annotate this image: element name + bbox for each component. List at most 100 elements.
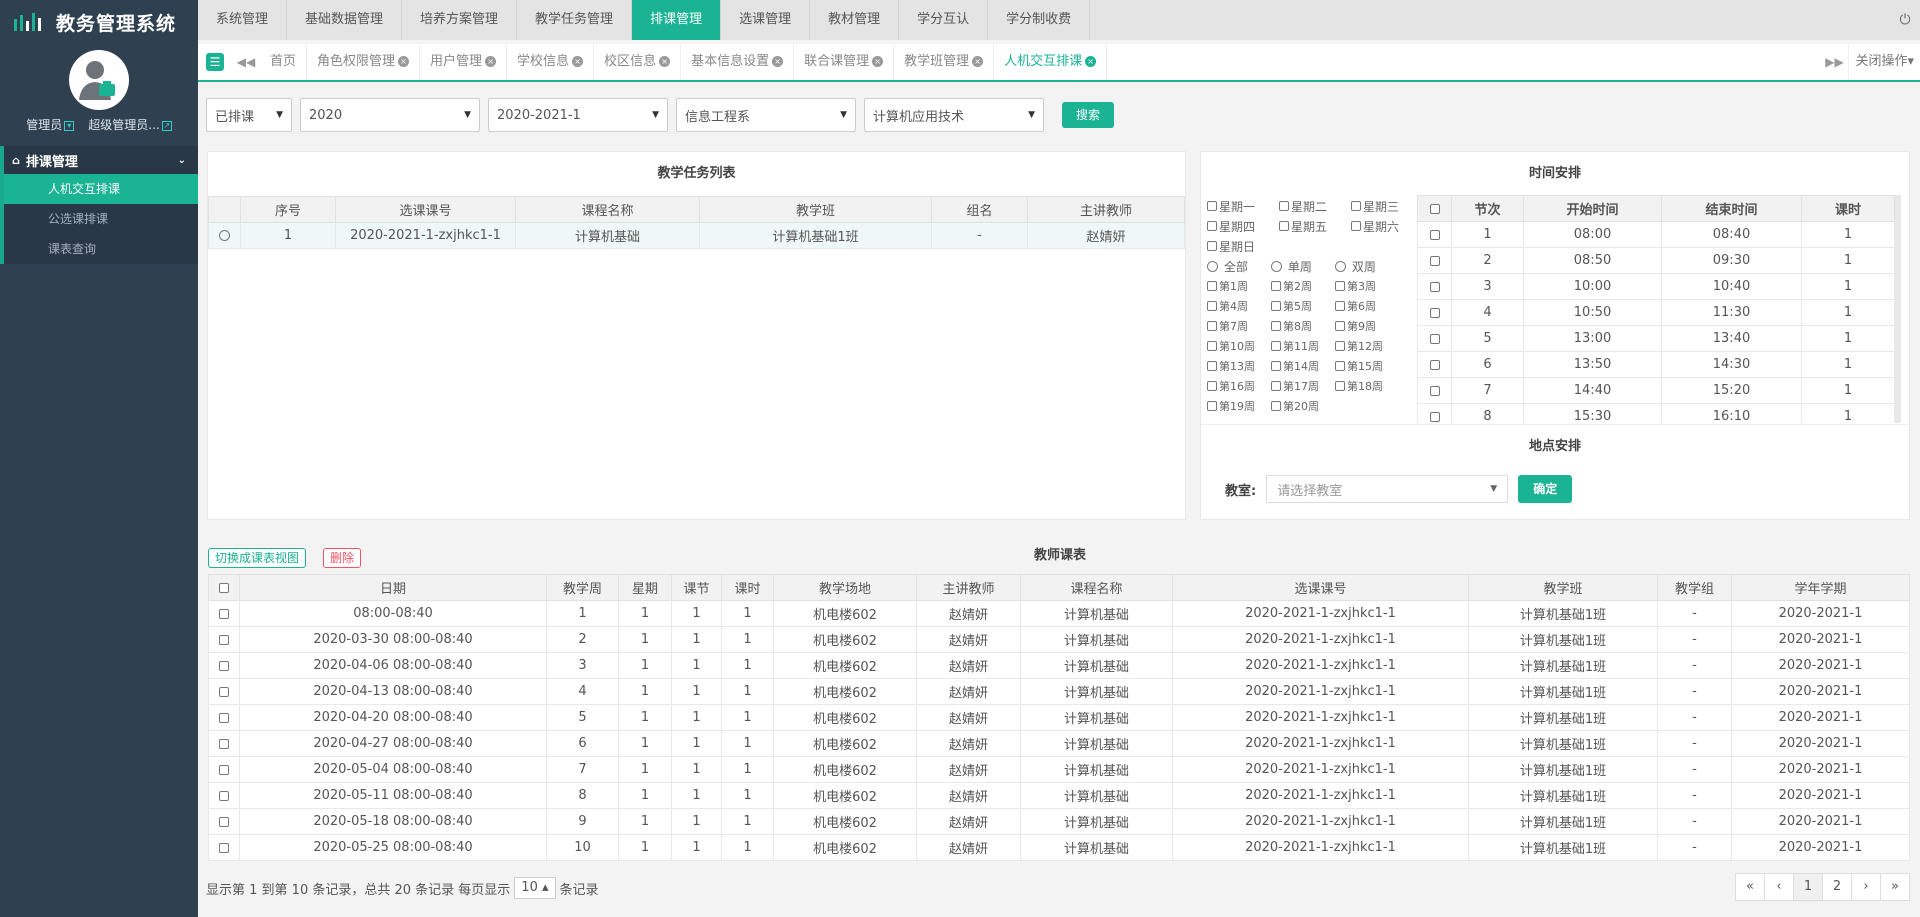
row-checkbox[interactable]: [219, 634, 229, 645]
delete-button[interactable]: 删除: [323, 548, 362, 568]
weekday-checkbox[interactable]: 星期六: [1351, 218, 1399, 235]
close-icon[interactable]: ×: [485, 56, 497, 67]
sidebar-item-timetable-query[interactable]: 课表查询: [0, 234, 198, 264]
topnav-scheduling[interactable]: 排课管理: [632, 0, 722, 40]
week-checkbox[interactable]: 第19周: [1207, 398, 1271, 414]
major-select[interactable]: 计算机应用技术 ▼: [864, 98, 1044, 132]
row-checkbox[interactable]: [219, 816, 229, 827]
table-row[interactable]: 8 15:30 16:10 1: [1417, 403, 1895, 423]
tab-role-permission[interactable]: 角色权限管理 ×: [307, 44, 421, 80]
topnav-textbook[interactable]: 教材管理: [810, 0, 900, 40]
term-select[interactable]: 2020-2021-1 ▼: [488, 98, 668, 132]
confirm-button[interactable]: 确定: [1518, 475, 1573, 503]
topnav-basic-data[interactable]: 基础数据管理: [287, 0, 403, 40]
period-table-scroll[interactable]: 节次 开始时间 结束时间 课时 1 08:00 08:40 1 2 08:50 09:30…: [1417, 195, 1901, 423]
row-checkbox[interactable]: [219, 842, 229, 853]
table-row[interactable]: 08:00-08:40 1 1 1 1 机电楼602 赵婧妍 计算机基础 2020-2021-1…: [208, 600, 1910, 627]
topnav-credit-fee[interactable]: 学分制收费: [988, 0, 1091, 40]
sidebar-item-elective-scheduling[interactable]: 公选课排课: [0, 204, 198, 234]
week-checkbox[interactable]: 第11周: [1271, 338, 1335, 354]
table-row[interactable]: 2020-03-30 08:00-08:40 2 1 1 1 机电楼602 赵婧妍 计算机基础…: [208, 626, 1910, 653]
table-row[interactable]: 2020-05-04 08:00-08:40 7 1 1 1 机电楼602 赵婧妍 计算机基础…: [208, 756, 1910, 783]
page-2-button[interactable]: 2: [1822, 873, 1852, 901]
row-checkbox[interactable]: [219, 764, 229, 775]
table-row[interactable]: 7 14:40 15:20 1: [1417, 377, 1895, 404]
first-page-button[interactable]: «: [1735, 873, 1765, 901]
week-checkbox[interactable]: 第3周: [1335, 278, 1376, 294]
select-all-checkbox[interactable]: [1429, 203, 1440, 214]
user-name[interactable]: 管理员 ▾: [26, 116, 75, 133]
weekday-checkbox[interactable]: 星期日: [1207, 238, 1255, 255]
tab-joint-course[interactable]: 联合课管理 ×: [794, 44, 895, 80]
page-1-button[interactable]: 1: [1793, 873, 1823, 901]
switch-view-button[interactable]: 切换成课表视图: [208, 548, 307, 568]
week-checkbox[interactable]: 第7周: [1207, 318, 1271, 334]
week-checkbox[interactable]: 第1周: [1207, 278, 1271, 294]
topnav-teaching-task[interactable]: 教学任务管理: [517, 0, 633, 40]
close-icon[interactable]: ×: [572, 56, 584, 67]
table-row[interactable]: 4 10:50 11:30 1: [1417, 299, 1895, 326]
week-mode-radio[interactable]: 全部: [1207, 258, 1271, 275]
close-operations-menu[interactable]: 关闭操作▾: [1848, 44, 1920, 80]
week-checkbox[interactable]: 第8周: [1271, 318, 1335, 334]
topnav-course-selection[interactable]: 选课管理: [721, 0, 811, 40]
topnav-system[interactable]: 系统管理: [198, 0, 288, 40]
row-checkbox[interactable]: [1429, 229, 1440, 240]
weekday-checkbox[interactable]: 星期三: [1351, 198, 1399, 215]
week-checkbox[interactable]: 第13周: [1207, 358, 1271, 374]
close-icon[interactable]: ×: [1085, 56, 1097, 67]
page-size-select[interactable]: 10 ▴: [514, 877, 556, 899]
week-checkbox[interactable]: 第14周: [1271, 358, 1335, 374]
row-checkbox[interactable]: [219, 660, 229, 671]
close-icon[interactable]: ×: [772, 56, 784, 67]
prev-page-button[interactable]: ‹: [1764, 873, 1794, 901]
weekday-checkbox[interactable]: 星期一: [1207, 198, 1279, 215]
table-row[interactable]: 2020-04-13 08:00-08:40 4 1 1 1 机电楼602 赵婧妍 计算机基础…: [208, 678, 1910, 705]
row-checkbox[interactable]: [219, 712, 229, 723]
row-checkbox[interactable]: [1429, 307, 1440, 318]
tab-campus-info[interactable]: 校区信息 ×: [594, 44, 682, 80]
sidebar-section-scheduling[interactable]: ⌂ 排课管理 ⌄: [0, 146, 198, 174]
table-row[interactable]: 1 2020-2021-1-zxjhkc1-1 计算机基础 计算机基础1班 - …: [208, 222, 1185, 249]
table-row[interactable]: 6 13:50 14:30 1: [1417, 351, 1895, 378]
topnav-training-plan[interactable]: 培养方案管理: [402, 0, 518, 40]
week-mode-radio[interactable]: 单周: [1271, 258, 1335, 275]
status-select[interactable]: 已排课 ▼: [206, 98, 292, 132]
table-row[interactable]: 1 08:00 08:40 1: [1417, 221, 1895, 248]
tab-interactive-scheduling[interactable]: 人机交互排课 ×: [994, 44, 1108, 80]
power-icon[interactable]: ⏻: [1890, 0, 1920, 40]
table-row[interactable]: 2020-04-06 08:00-08:40 3 1 1 1 机电楼602 赵婧妍 计算机基础…: [208, 652, 1910, 679]
week-mode-radio[interactable]: 双周: [1335, 258, 1376, 275]
table-row[interactable]: 2020-05-11 08:00-08:40 8 1 1 1 机电楼602 赵婧妍 计算机基础…: [208, 782, 1910, 809]
topnav-credit-recognition[interactable]: 学分互认: [899, 0, 989, 40]
table-row[interactable]: 5 13:00 13:40 1: [1417, 325, 1895, 352]
row-checkbox[interactable]: [1429, 255, 1440, 266]
table-row[interactable]: 2020-04-27 08:00-08:40 6 1 1 1 机电楼602 赵婧妍 计算机基础…: [208, 730, 1910, 757]
menu-toggle-icon[interactable]: ☰: [206, 53, 224, 71]
tab-scroll-right-icon[interactable]: ▶▶: [1820, 55, 1848, 69]
close-icon[interactable]: ×: [972, 56, 984, 67]
week-checkbox[interactable]: 第10周: [1207, 338, 1271, 354]
week-checkbox[interactable]: 第17周: [1271, 378, 1335, 394]
close-icon[interactable]: ×: [659, 56, 671, 67]
week-checkbox[interactable]: 第15周: [1335, 358, 1383, 374]
tab-home[interactable]: 首页: [260, 44, 308, 80]
user-role[interactable]: 超级管理员... ↗: [88, 116, 172, 133]
close-icon[interactable]: ×: [872, 56, 884, 67]
tab-user-management[interactable]: 用户管理 ×: [420, 44, 508, 80]
row-checkbox[interactable]: [1429, 411, 1440, 422]
weekday-checkbox[interactable]: 星期二: [1279, 198, 1351, 215]
table-row[interactable]: 2020-05-18 08:00-08:40 9 1 1 1 机电楼602 赵婧妍 计算机基础…: [208, 808, 1910, 835]
row-checkbox[interactable]: [1429, 359, 1440, 370]
week-checkbox[interactable]: 第18周: [1335, 378, 1383, 394]
weekday-checkbox[interactable]: 星期四: [1207, 218, 1279, 235]
week-checkbox[interactable]: 第16周: [1207, 378, 1271, 394]
week-checkbox[interactable]: 第5周: [1271, 298, 1335, 314]
department-select[interactable]: 信息工程系 ▼: [676, 98, 856, 132]
last-page-button[interactable]: »: [1880, 873, 1910, 901]
week-checkbox[interactable]: 第2周: [1271, 278, 1335, 294]
next-page-button[interactable]: ›: [1851, 873, 1881, 901]
row-checkbox[interactable]: [1429, 385, 1440, 396]
week-checkbox[interactable]: 第6周: [1335, 298, 1376, 314]
tab-scroll-left-icon[interactable]: ◀◀: [232, 55, 260, 69]
